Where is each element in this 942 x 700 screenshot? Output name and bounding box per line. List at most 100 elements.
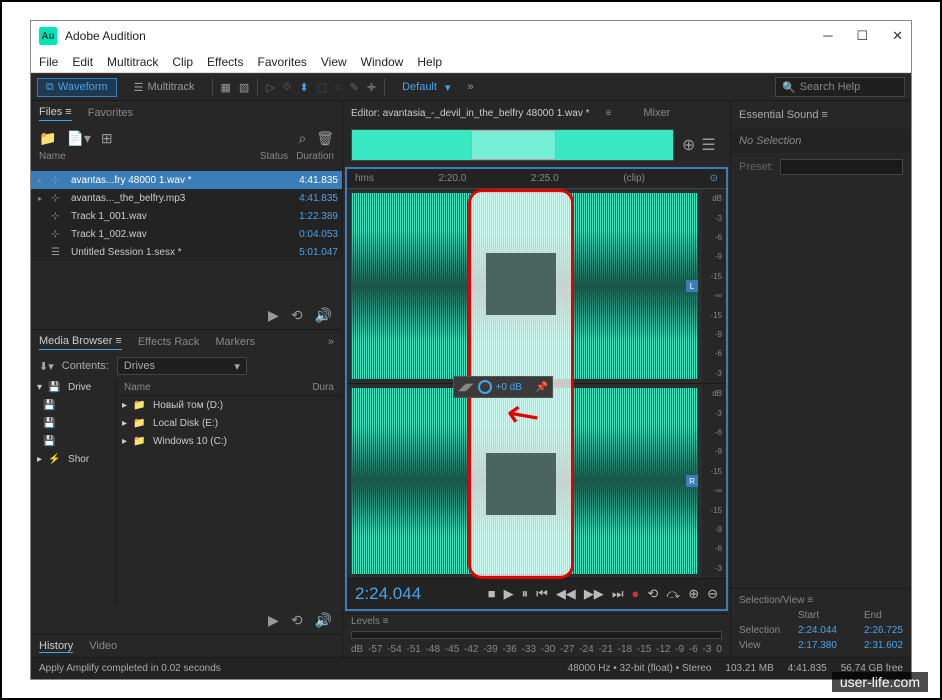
view-end[interactable]: 2:31.602 [864,640,911,651]
col-name[interactable]: Name [124,382,312,391]
loop-icon[interactable]: ⟲ [291,612,303,629]
gain-hud[interactable]: ◢◤ +0 dB 📌 [453,376,553,398]
brush-tool-icon[interactable]: ✎ [350,81,359,94]
menu-window[interactable]: Window [361,55,404,69]
preset-dropdown[interactable] [780,159,903,175]
play-icon[interactable]: ▶ [268,307,279,324]
play-icon[interactable]: ▶ [268,612,279,629]
col-name[interactable]: Name [39,151,252,171]
menu-effects[interactable]: Effects [207,55,243,69]
tab-mixer[interactable]: Mixer [643,107,670,119]
col-status[interactable]: Status [260,151,288,171]
spectral-icon[interactable]: ▦ [221,81,231,94]
waveform-view[interactable]: dB-3-6-9-15-∞-15-9-6-3 L dB-3-6-9-15-∞-1… [347,189,726,579]
col-dur[interactable]: Dura [312,382,334,391]
menu-multitrack[interactable]: Multitrack [107,55,158,69]
forward-button[interactable]: ▶▶ [584,586,604,602]
multitrack-mode-button[interactable]: ☰Multitrack [125,78,204,97]
nav-icon[interactable]: ⊕ [682,135,695,155]
file-row[interactable]: ☰Untitled Session 1.sesx *5:01.047 [31,243,342,261]
menubar: File Edit Multitrack Clip Effects Favori… [31,51,911,73]
volume-icon[interactable]: 🔊 [315,307,332,324]
record-button[interactable]: ● [632,586,640,602]
import-icon[interactable]: ⊞ [101,130,113,147]
waveform-mode-button[interactable]: ⧉Waveform [37,78,117,97]
play-button[interactable]: ▶ [504,586,514,602]
folder-item[interactable]: ▸📁Новый том (D:) [116,396,342,414]
go-start-button[interactable]: ⏮ [536,586,548,602]
time-selection-tool-icon[interactable]: ⬍ [299,81,308,94]
sel-end[interactable]: 2:26.725 [864,625,911,636]
shortcut-item[interactable]: ▸⚡Shor [31,450,115,468]
tab-effects-rack[interactable]: Effects Rack [138,336,200,348]
col-duration[interactable]: Duration [296,151,334,171]
editor-main: hms 2:20.0 2:25.0 (clip) ⊙ dB-3-6-9-15-∞… [345,167,728,611]
file-row[interactable]: ▸⊹avantas..._the_belfry.mp34:41.835 [31,189,342,207]
drive-item[interactable]: 💾 [31,414,115,432]
close-button[interactable]: ✕ [892,28,903,44]
status-message: Apply Amplify completed in 0.02 seconds [39,663,221,674]
tab-editor[interactable]: Editor: avantasia_-_devil_in_the_belfry … [351,108,590,119]
skip-button[interactable]: ⤼ [666,586,680,602]
workspace-dropdown[interactable]: Default▾ [393,78,459,97]
menu-file[interactable]: File [39,55,58,69]
tab-files[interactable]: Files ≡ [39,106,72,121]
pin-icon[interactable]: 📌 [536,382,548,393]
drive-item[interactable]: 💾 [31,432,115,450]
move-tool-icon[interactable]: ▷ [266,81,274,94]
folder-item[interactable]: ▸📁Local Disk (E:) [116,414,342,432]
lasso-tool-icon[interactable]: ◌ [335,81,342,93]
marquee-tool-icon[interactable]: ⬚ [317,81,327,94]
file-row[interactable]: ⊹Track 1_002.wav0:04.053 [31,225,342,243]
file-row[interactable]: ▸⊹avantas...fry 48000 1.wav *4:41.835 [31,171,342,189]
folder-item[interactable]: ▸📁Windows 10 (C:) [116,432,342,450]
menu-help[interactable]: Help [417,55,442,69]
tab-markers[interactable]: Markers [215,336,255,348]
maximize-button[interactable]: ☐ [856,28,868,44]
menu-clip[interactable]: Clip [172,55,193,69]
essential-sound-panel: Essential Sound ≡ [731,101,911,129]
view-icon[interactable]: ☰ [701,135,715,155]
time-ruler[interactable]: hms 2:20.0 2:25.0 (clip) ⊙ [347,169,726,189]
go-end-button[interactable]: ⏭ [612,586,624,602]
pitch-icon[interactable]: ▧ [239,81,249,94]
menu-favorites[interactable]: Favorites [258,55,307,69]
download-icon[interactable]: ⬇▾ [39,360,54,373]
stop-button[interactable]: ■ [488,586,496,602]
zoom-out-icon[interactable]: ⊖ [707,586,718,602]
drive-item[interactable]: 💾 [31,396,115,414]
overview-waveform[interactable]: ⊕☰ [343,125,730,165]
loop-icon[interactable]: ⟲ [291,307,303,324]
menu-edit[interactable]: Edit [72,55,93,69]
gain-knob-icon[interactable] [478,380,492,394]
sel-start[interactable]: 2:24.044 [798,625,860,636]
file-list: ▸⊹avantas...fry 48000 1.wav *4:41.835 ▸⊹… [31,171,342,261]
view-start[interactable]: 2:17.380 [798,640,860,651]
loop-button[interactable]: ⟲ [647,586,658,602]
minimize-button[interactable]: ─ [823,28,832,44]
filter-icon[interactable]: ⌕ [298,130,306,147]
overflow-icon[interactable]: » [328,336,334,348]
search-help-input[interactable]: 🔍Search Help [775,77,905,97]
tab-video[interactable]: Video [89,640,117,652]
rewind-button[interactable]: ◀◀ [556,586,576,602]
trash-icon[interactable]: 🗑 [316,130,334,147]
timecode-display[interactable]: 2:24.044 [355,584,421,604]
new-file-icon[interactable]: 📄▾ [66,130,90,147]
pause-button[interactable]: ⏸ [522,586,529,602]
level-meter [351,631,722,639]
heal-tool-icon[interactable]: ✚ [367,81,376,94]
file-row[interactable]: ⊹Track 1_001.wav1:22.389 [31,207,342,225]
contents-dropdown[interactable]: Drives▾ [117,357,247,375]
tab-history[interactable]: History [39,640,73,653]
volume-icon[interactable]: 🔊 [315,612,332,629]
drive-item[interactable]: ▾💾Drive [31,378,115,396]
snap-icon[interactable]: ⊙ [710,173,718,184]
zoom-in-icon[interactable]: ⊕ [688,586,699,602]
workspace-overflow-icon[interactable]: » [467,81,473,93]
tab-favorites[interactable]: Favorites [88,107,133,119]
tab-media-browser[interactable]: Media Browser ≡ [39,335,122,350]
open-file-icon[interactable]: 📁 [39,130,56,147]
razor-tool-icon[interactable]: ⟐ [283,81,292,94]
menu-view[interactable]: View [321,55,347,69]
